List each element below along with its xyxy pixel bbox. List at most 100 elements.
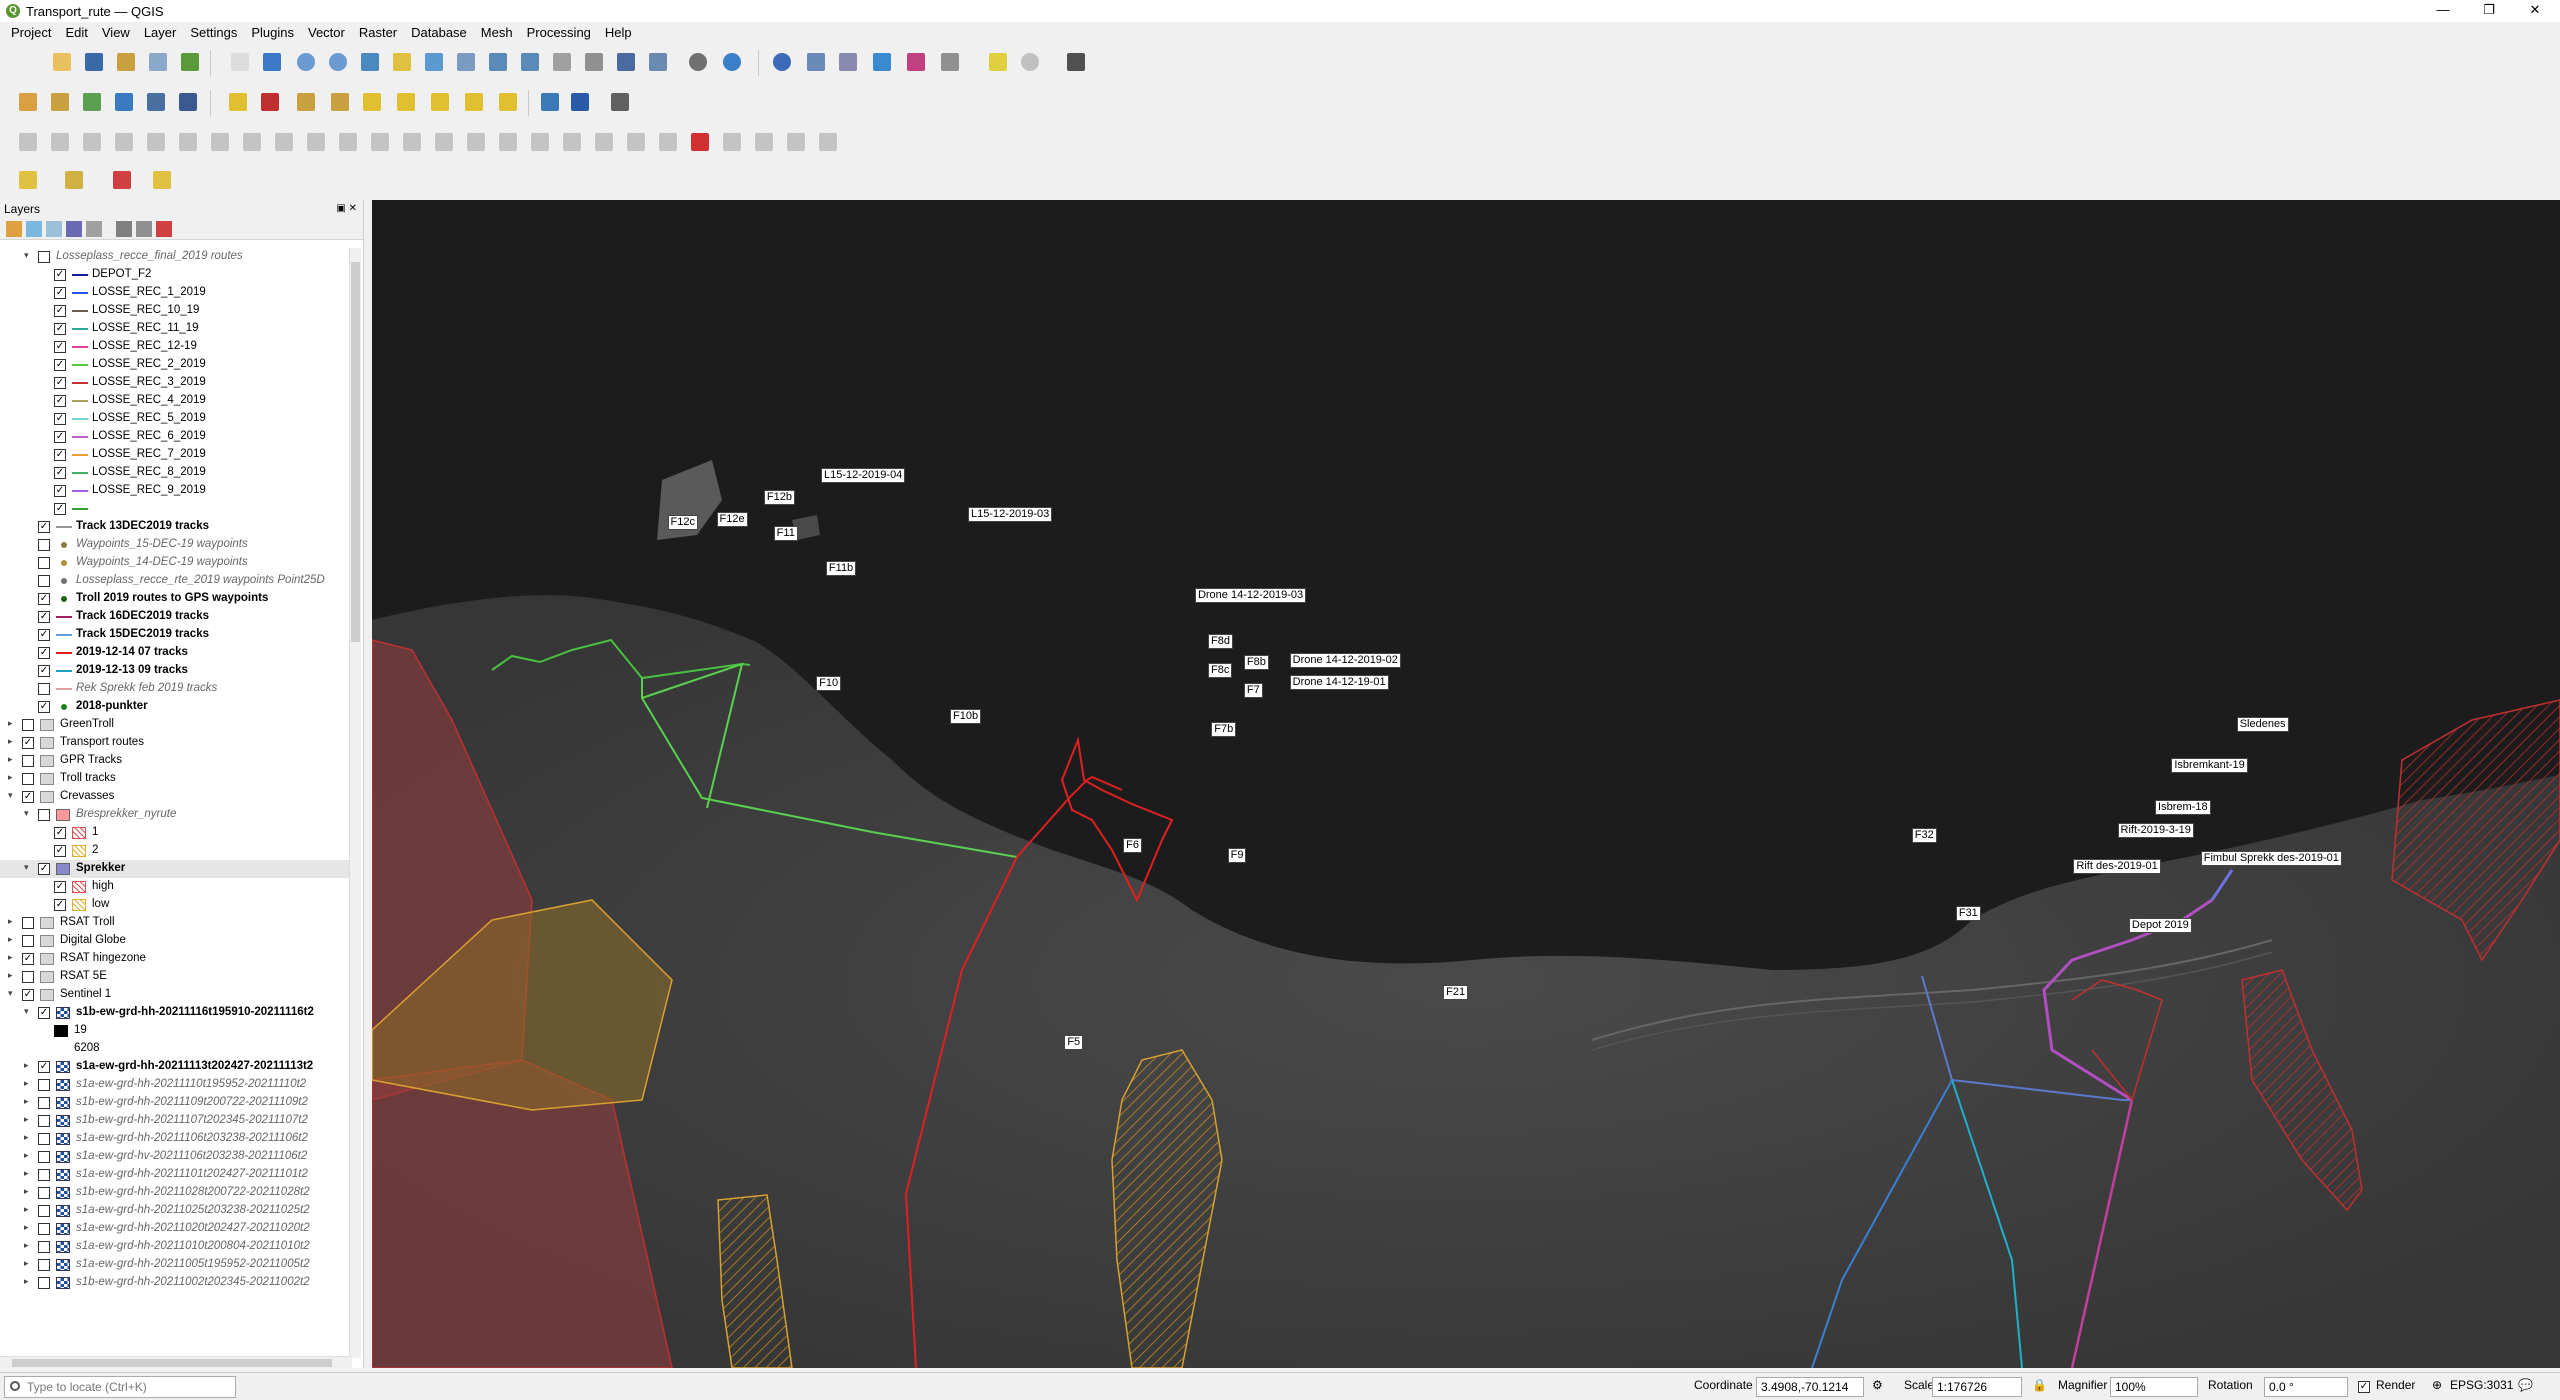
layer-tree-item[interactable]: ▾ Losseplass_recce_final_2019 routes (0, 248, 350, 266)
layer-visibility-checkbox[interactable]: ✓ (38, 611, 50, 623)
menu-layer[interactable]: Layer (137, 25, 184, 40)
layer-visibility-checkbox[interactable]: ✓ (54, 899, 66, 911)
label-tool-icon[interactable] (226, 90, 250, 114)
scale-field[interactable]: 1:176726 (1932, 1377, 2022, 1397)
change-label-icon[interactable] (496, 90, 520, 114)
pan-to-selection-icon[interactable] (260, 50, 284, 74)
map-waypoint-label[interactable]: Rift-2019-3-19 (2117, 823, 2194, 839)
layer-tree-item[interactable]: ✓ 1 (0, 824, 350, 842)
zoom-out-icon[interactable] (326, 50, 350, 74)
zoom-full-icon[interactable] (358, 50, 382, 74)
layer-visibility-checkbox[interactable]: ✓ (22, 989, 34, 1001)
show-bookmarks-icon[interactable] (646, 50, 670, 74)
layer-diagram-icon[interactable] (258, 90, 282, 114)
digitize-icon[interactable] (294, 90, 318, 114)
menu-plugins[interactable]: Plugins (244, 25, 301, 40)
menu-mesh[interactable]: Mesh (474, 25, 520, 40)
layer-visibility-checkbox[interactable]: ✓ (54, 827, 66, 839)
rotation-field[interactable]: 0.0 ° (2264, 1377, 2348, 1397)
layer-visibility-checkbox[interactable] (38, 251, 50, 263)
map-waypoint-label[interactable]: F8d (1208, 633, 1233, 649)
crs-button[interactable]: EPSG:3031 (2450, 1378, 2513, 1392)
layer-tree-item[interactable]: ✓ (0, 500, 350, 518)
new-virtual-layer-icon[interactable] (176, 90, 200, 114)
expand-arrow-icon[interactable]: ▸ (24, 1168, 34, 1179)
deselect-features-icon[interactable] (110, 168, 134, 192)
map-waypoint-label[interactable]: F32 (1911, 828, 1937, 844)
layer-visibility-checkbox[interactable] (38, 1097, 50, 1109)
layer-visibility-checkbox[interactable] (38, 575, 50, 587)
map-waypoint-label[interactable]: Isbrem-18 (2155, 800, 2211, 816)
map-waypoint-label[interactable]: F9 (1227, 847, 1247, 863)
digitizing-tool-14-icon[interactable] (432, 130, 456, 154)
digitizing-tool-22-icon[interactable] (688, 130, 712, 154)
pin-labels-icon[interactable] (328, 90, 352, 114)
layer-visibility-checkbox[interactable] (38, 1277, 50, 1289)
menu-project[interactable]: Project (4, 25, 58, 40)
layer-tree-item[interactable]: ▸ s1b-ew-grd-hh-20211107t202345-20211107t… (0, 1112, 350, 1130)
menu-settings[interactable]: Settings (183, 25, 244, 40)
layer-visibility-checkbox[interactable]: ✓ (54, 269, 66, 281)
close-button[interactable]: ✕ (2512, 0, 2558, 22)
print-layout-icon[interactable] (146, 50, 170, 74)
layer-tree-item[interactable]: ▸ s1a-ew-grd-hh-20211106t203238-20211106t… (0, 1130, 350, 1148)
layer-tree-item[interactable]: ▾ ✓ Sprekker (0, 860, 350, 878)
expand-arrow-icon[interactable]: ▸ (24, 1258, 34, 1269)
layer-tree-item[interactable]: ✓ LOSSE_REC_1_2019 (0, 284, 350, 302)
panel-float-close-icon[interactable]: ▣ ✕ (336, 200, 357, 218)
map-waypoint-label[interactable]: F12c (667, 514, 698, 530)
layer-visibility-checkbox[interactable]: ✓ (38, 701, 50, 713)
map-waypoint-label[interactable]: F12b (763, 490, 795, 506)
layer-tree-item[interactable]: ▸ s1b-ew-grd-hh-20211002t202345-20211002t… (0, 1274, 350, 1292)
layer-tree-item[interactable]: ▸ ✓ s1a-ew-grd-hh-20211113t202427-20211113… (0, 1058, 350, 1076)
menu-raster[interactable]: Raster (352, 25, 404, 40)
layer-visibility-checkbox[interactable]: ✓ (54, 503, 66, 515)
layer-visibility-checkbox[interactable] (38, 539, 50, 551)
statistical-summary-icon[interactable] (904, 50, 928, 74)
expand-arrow-icon[interactable]: ▸ (24, 1114, 34, 1125)
filter-by-expression-icon[interactable] (86, 221, 102, 237)
layer-visibility-checkbox[interactable]: ✓ (38, 1007, 50, 1019)
layer-visibility-checkbox[interactable] (38, 1169, 50, 1181)
layer-tree[interactable]: ▾ Losseplass_recce_final_2019 routes ✓ DEPO… (0, 248, 350, 1368)
layer-visibility-checkbox[interactable] (38, 1223, 50, 1235)
coordinate-field[interactable]: 3.4908,-70.1214 (1756, 1377, 1864, 1397)
open-project-icon[interactable] (50, 50, 74, 74)
digitizing-tool-15-icon[interactable] (464, 130, 488, 154)
highlight-pinned-icon[interactable] (360, 90, 384, 114)
expand-arrow-icon[interactable]: ▾ (8, 790, 18, 801)
digitizing-tool-5-icon[interactable] (144, 130, 168, 154)
layer-visibility-checkbox[interactable] (22, 971, 34, 983)
layer-visibility-checkbox[interactable] (22, 917, 34, 929)
expand-arrow-icon[interactable]: ▸ (8, 934, 18, 945)
digitizing-tool-7-icon[interactable] (208, 130, 232, 154)
layer-tree-item[interactable]: ✓ LOSSE_REC_12-19 (0, 338, 350, 356)
layer-tree-item[interactable]: ✓ high (0, 878, 350, 896)
layer-tree-item[interactable]: ▸ s1a-ew-grd-hv-20211106t203238-20211106t… (0, 1148, 350, 1166)
layer-tree-item[interactable]: 6208 (0, 1040, 350, 1058)
layer-tree-item[interactable]: ▸ Troll tracks (0, 770, 350, 788)
expand-arrow-icon[interactable]: ▾ (24, 250, 34, 261)
zoom-next-icon[interactable] (518, 50, 542, 74)
layer-tree-item[interactable]: ✓ 2019-12-14 07 tracks (0, 644, 350, 662)
layer-tree-item[interactable]: ✓ 2019-12-13 09 tracks (0, 662, 350, 680)
map-waypoint-label[interactable]: Isbremkant-19 (2171, 757, 2248, 773)
layer-tree-item[interactable]: ▸ s1a-ew-grd-hh-20211110t195952-20211110t… (0, 1076, 350, 1094)
layer-visibility-checkbox[interactable]: ✓ (38, 1061, 50, 1073)
digitizing-tool-17-icon[interactable] (528, 130, 552, 154)
layer-tree-item[interactable]: ✓ LOSSE_REC_6_2019 (0, 428, 350, 446)
layer-visibility-checkbox[interactable] (38, 683, 50, 695)
map-waypoint-label[interactable]: Sledenes (2236, 717, 2289, 733)
expand-arrow-icon[interactable]: ▸ (24, 1204, 34, 1215)
layer-visibility-checkbox[interactable]: ✓ (54, 881, 66, 893)
layer-tree-item[interactable]: ▸ s1b-ew-grd-hh-20211109t200722-20211109t… (0, 1094, 350, 1112)
messages-icon[interactable]: 💬 (2518, 1378, 2533, 1392)
layer-tree-item[interactable]: ✓ Troll 2019 routes to GPS waypoints (0, 590, 350, 608)
layer-visibility-checkbox[interactable] (22, 719, 34, 731)
digitizing-tool-19-icon[interactable] (592, 130, 616, 154)
new-spatialite-icon[interactable] (112, 90, 136, 114)
map-waypoint-label[interactable]: F11b (825, 560, 857, 576)
layer-visibility-checkbox[interactable]: ✓ (38, 863, 50, 875)
help-icon[interactable] (568, 90, 592, 114)
layer-visibility-checkbox[interactable] (38, 1259, 50, 1271)
